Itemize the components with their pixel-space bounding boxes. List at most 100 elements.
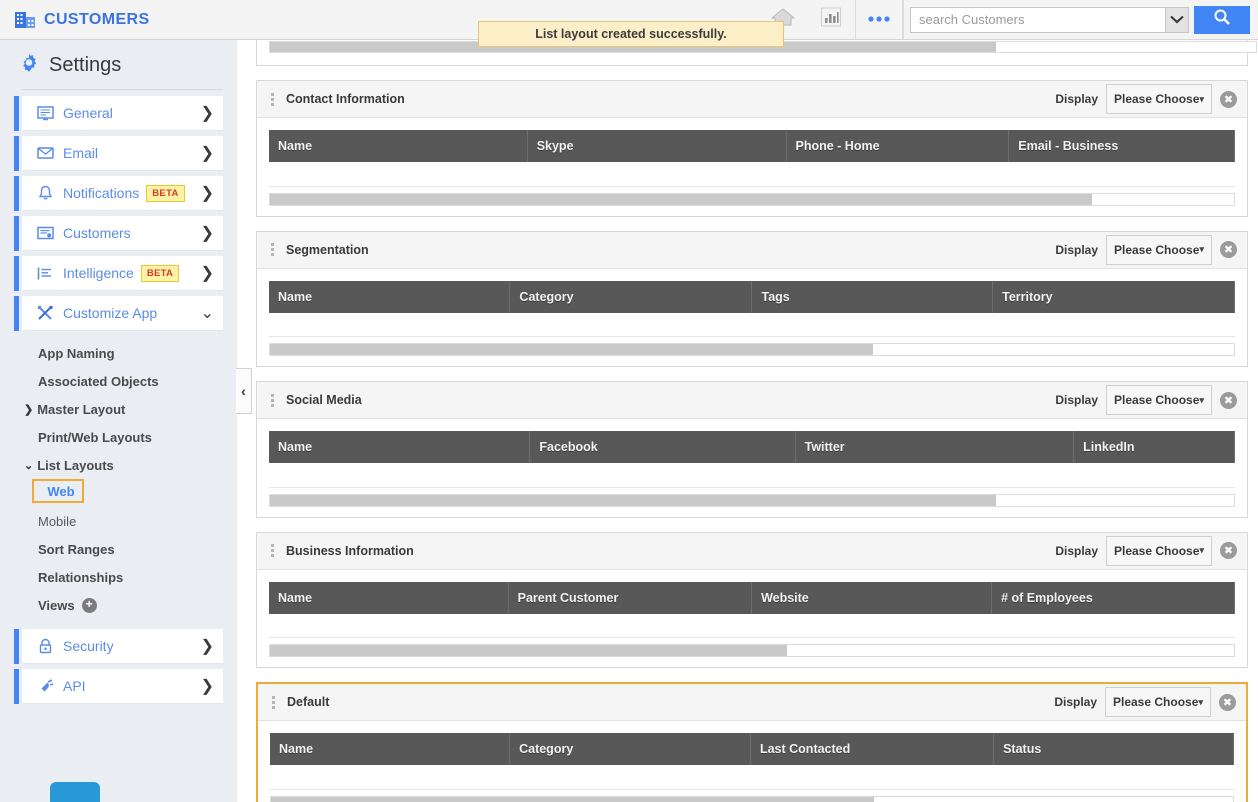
- column-header[interactable]: Skype: [527, 130, 786, 162]
- column-header[interactable]: Website: [752, 582, 992, 614]
- sidebar-item-list-layouts[interactable]: ⌄ List Layouts: [0, 451, 237, 479]
- column-header[interactable]: Name: [269, 130, 527, 162]
- horizontal-scrollbar[interactable]: [269, 193, 1235, 206]
- sidebar-item-app-naming[interactable]: App Naming: [0, 339, 237, 367]
- sidebar-item-email[interactable]: Email ❯: [22, 136, 223, 171]
- column-header[interactable]: Facebook: [530, 431, 795, 463]
- layout-panel[interactable]: DefaultDisplayPlease Choose▾✖NameCategor…: [256, 682, 1248, 802]
- horizontal-scrollbar[interactable]: [269, 494, 1235, 507]
- table-cell: [1009, 162, 1235, 186]
- remove-panel-button[interactable]: ✖: [1220, 241, 1237, 258]
- column-header[interactable]: Phone - Home: [786, 130, 1009, 162]
- chevron-down-icon: ▾: [1199, 94, 1204, 105]
- table-cell: [269, 313, 510, 337]
- column-header[interactable]: Name: [270, 733, 510, 765]
- search-submit-button[interactable]: [1194, 6, 1250, 34]
- plus-circle-icon[interactable]: +: [82, 598, 97, 613]
- scrollbar-thumb[interactable]: [270, 194, 1092, 205]
- horizontal-scrollbar[interactable]: [269, 343, 1235, 356]
- scrollbar-thumb[interactable]: [270, 495, 996, 506]
- search-scope-dropdown[interactable]: [1165, 7, 1189, 33]
- layout-panel[interactable]: Business InformationDisplayPlease Choose…: [256, 532, 1248, 669]
- more-options-button[interactable]: [855, 0, 903, 39]
- drag-dots-icon[interactable]: [271, 243, 274, 256]
- sidebar-item-security[interactable]: Security ❯: [22, 629, 223, 664]
- panel-body: NameFacebookTwitterLinkedIn: [257, 419, 1247, 517]
- table-header-row: NameFacebookTwitterLinkedIn: [269, 431, 1235, 463]
- layout-panel[interactable]: SegmentationDisplayPlease Choose▾✖NameCa…: [256, 231, 1248, 368]
- table-row: [269, 463, 1235, 487]
- sidebar-item-notifications[interactable]: Notifications BETA ❯: [22, 176, 223, 211]
- sidebar-item-customize-app[interactable]: Customize App ⌄: [22, 296, 223, 331]
- beta-badge: BETA: [141, 265, 179, 282]
- table-cell: [752, 614, 992, 638]
- panel-header-controls: DisplayPlease Choose▾✖: [1055, 536, 1247, 566]
- table-cell: [269, 463, 530, 487]
- display-dropdown[interactable]: Please Choose▾: [1106, 385, 1212, 415]
- sidebar-item-intelligence[interactable]: Intelligence BETA ❯: [22, 256, 223, 291]
- column-header[interactable]: Name: [269, 582, 508, 614]
- remove-panel-button[interactable]: ✖: [1220, 392, 1237, 409]
- panel-body: NameSkypePhone - HomeEmail - Business: [257, 118, 1247, 216]
- sidebar-item-sort-ranges[interactable]: Sort Ranges: [0, 535, 237, 563]
- scrollbar-thumb[interactable]: [270, 344, 873, 355]
- column-header[interactable]: Category: [510, 733, 751, 765]
- app-brand[interactable]: CUSTOMERS: [0, 10, 150, 30]
- column-header[interactable]: Last Contacted: [750, 733, 993, 765]
- sidebar-item-associated-objects[interactable]: Associated Objects: [0, 367, 237, 395]
- sidebar-item-relationships[interactable]: Relationships: [0, 563, 237, 591]
- drag-dots-icon[interactable]: [272, 696, 275, 709]
- scrollbar-thumb[interactable]: [270, 645, 787, 656]
- search-area: [903, 0, 1258, 39]
- scrollbar-thumb[interactable]: [271, 797, 874, 802]
- chevron-right-icon: ❯: [201, 223, 214, 243]
- layout-panel[interactable]: Social MediaDisplayPlease Choose▾✖NameFa…: [256, 381, 1248, 518]
- drag-dots-icon[interactable]: [271, 394, 274, 407]
- display-dropdown[interactable]: Please Choose▾: [1105, 687, 1211, 717]
- scroll-to-top-button[interactable]: [50, 782, 100, 802]
- table-cell: [994, 765, 1234, 789]
- sidebar-item-print-web-layouts[interactable]: Print/Web Layouts: [0, 423, 237, 451]
- display-dropdown[interactable]: Please Choose▾: [1106, 84, 1212, 114]
- column-header[interactable]: Status: [994, 733, 1234, 765]
- horizontal-scrollbar[interactable]: [269, 644, 1235, 657]
- column-header[interactable]: Email - Business: [1009, 130, 1235, 162]
- search-input[interactable]: [911, 8, 1165, 32]
- analytics-button[interactable]: [807, 0, 855, 39]
- column-header[interactable]: Category: [510, 281, 752, 313]
- table-row: [270, 765, 1234, 789]
- search-field[interactable]: [910, 7, 1165, 33]
- remove-panel-button[interactable]: ✖: [1220, 91, 1237, 108]
- remove-panel-button[interactable]: ✖: [1220, 542, 1237, 559]
- sidebar-item-views[interactable]: Views +: [0, 591, 237, 619]
- sidebar-item-mobile[interactable]: Mobile: [0, 507, 237, 535]
- sidebar-item-customers[interactable]: Customers ❯: [22, 216, 223, 251]
- column-header[interactable]: Name: [269, 281, 510, 313]
- columns-table: NameSkypePhone - HomeEmail - Business: [269, 130, 1235, 187]
- panel-header: Social MediaDisplayPlease Choose▾✖: [257, 382, 1247, 419]
- settings-divider: [22, 89, 223, 90]
- chevron-down-icon: ▾: [1199, 395, 1204, 406]
- drag-dots-icon[interactable]: [271, 544, 274, 557]
- sidebar-collapse-handle[interactable]: ‹: [236, 368, 252, 414]
- chevron-down-icon: ▾: [1199, 244, 1204, 255]
- sidebar-item-web[interactable]: Web: [32, 479, 84, 503]
- sidebar-item-api[interactable]: API ❯: [22, 669, 223, 704]
- column-header[interactable]: Parent Customer: [508, 582, 751, 614]
- sidebar-item-master-layout[interactable]: ❯ Master Layout: [0, 395, 237, 423]
- drag-dots-icon[interactable]: [271, 93, 274, 106]
- column-header[interactable]: LinkedIn: [1074, 431, 1235, 463]
- column-header[interactable]: Territory: [993, 281, 1235, 313]
- horizontal-scrollbar[interactable]: [270, 796, 1234, 802]
- column-header[interactable]: # of Employees: [992, 582, 1235, 614]
- column-header[interactable]: Tags: [752, 281, 993, 313]
- display-dropdown[interactable]: Please Choose▾: [1106, 536, 1212, 566]
- layout-panel[interactable]: Contact InformationDisplayPlease Choose▾…: [256, 80, 1248, 217]
- column-header[interactable]: Name: [269, 431, 530, 463]
- sidebar-item-general[interactable]: General ❯: [22, 96, 223, 131]
- display-dropdown[interactable]: Please Choose▾: [1106, 235, 1212, 265]
- column-header[interactable]: Twitter: [795, 431, 1074, 463]
- remove-panel-button[interactable]: ✖: [1219, 694, 1236, 711]
- sidebar-item-label: Customize App: [63, 305, 157, 321]
- sidebar-item-label: Intelligence: [63, 265, 134, 281]
